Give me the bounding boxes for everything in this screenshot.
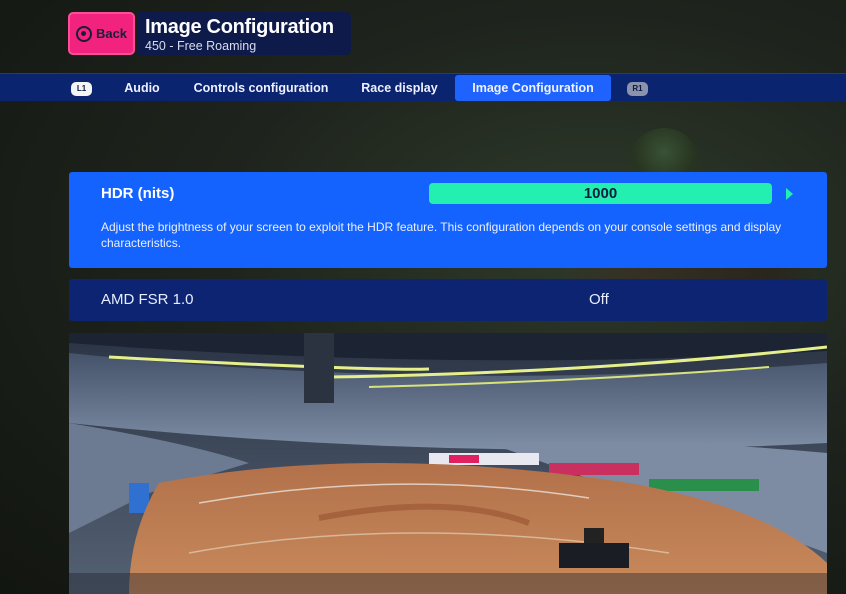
tab-image-configuration[interactable]: Image Configuration bbox=[455, 75, 611, 101]
back-button[interactable]: Back bbox=[68, 12, 135, 55]
arrow-right-icon[interactable] bbox=[786, 188, 793, 200]
hdr-description: Adjust the brightness of your screen to … bbox=[101, 220, 782, 250]
tab-controls-configuration[interactable]: Controls configuration bbox=[184, 75, 338, 101]
hdr-slider[interactable]: 1000 bbox=[429, 183, 772, 204]
hdr-setting-row[interactable]: HDR (nits) 1000 Adjust the brightness of… bbox=[69, 172, 827, 268]
title-box: Image Configuration 450 - Free Roaming bbox=[137, 12, 351, 55]
fsr-value[interactable]: Off bbox=[589, 291, 609, 308]
tab-race-display[interactable]: Race display bbox=[352, 75, 447, 101]
l1-hint[interactable]: L1 bbox=[71, 82, 92, 96]
preview-image bbox=[69, 333, 827, 594]
page-subtitle: 450 - Free Roaming bbox=[145, 39, 257, 53]
page-header: Back Image Configuration 450 - Free Roam… bbox=[68, 12, 351, 56]
tab-audio[interactable]: Audio bbox=[112, 75, 172, 101]
fsr-label: AMD FSR 1.0 bbox=[101, 291, 194, 308]
back-label: Back bbox=[95, 26, 128, 41]
fsr-setting-row[interactable]: AMD FSR 1.0 Off bbox=[69, 279, 827, 321]
stadium-illustration bbox=[69, 333, 827, 594]
circle-button-icon bbox=[75, 25, 92, 42]
tab-bar: L1 Audio Controls configuration Race dis… bbox=[0, 73, 846, 101]
r1-hint[interactable]: R1 bbox=[627, 82, 648, 96]
page-title: Image Configuration bbox=[145, 16, 334, 38]
hdr-label: HDR (nits) bbox=[101, 185, 175, 202]
